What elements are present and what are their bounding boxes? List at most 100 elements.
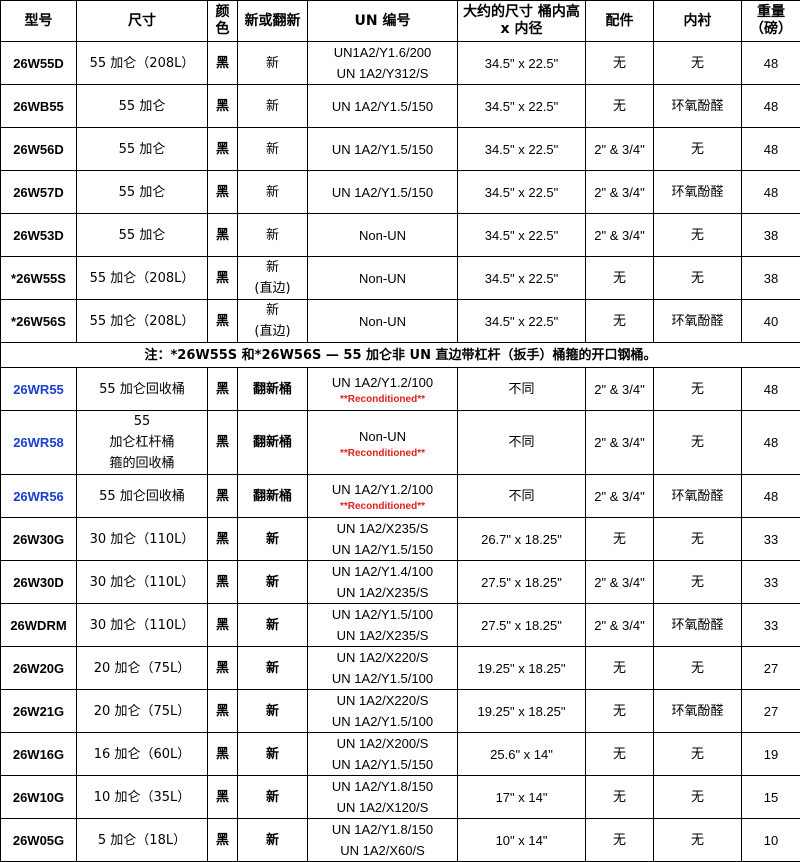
dimensions-cell: 19.25" x 18.25" [458, 647, 586, 690]
model-cell: 26W16G [1, 733, 77, 776]
un-number-line: UN 1A2/Y1.5/100 [310, 668, 455, 689]
un-number-line: UN 1A2/X120/S [310, 797, 455, 818]
dimensions-cell: 34.5" x 22.5" [458, 300, 586, 343]
lining-cell: 无 [654, 776, 742, 819]
dimensions-cell: 34.5" x 22.5" [458, 214, 586, 257]
table-row: 26W10G10 加仑（35L）黑新UN 1A2/Y1.8/150UN 1A2/… [1, 776, 800, 819]
weight-cell: 27 [742, 690, 800, 733]
table-row: 26W55D55 加仑（208L）黑新UN1A2/Y1.6/200UN 1A2/… [1, 42, 800, 85]
table-row: 26WB5555 加仑黑新UN 1A2/Y1.5/15034.5" x 22.5… [1, 85, 800, 128]
size-cell: 30 加仑（110L） [77, 518, 208, 561]
size-cell: 30 加仑（110L） [77, 561, 208, 604]
un-number-cell: UN 1A2/Y1.8/150UN 1A2/X60/S [308, 819, 458, 862]
un-number-line: UN 1A2/Y1.8/150 [310, 819, 455, 840]
weight-cell: 48 [742, 475, 800, 518]
un-number-line: UN 1A2/Y1.5/100 [310, 711, 455, 732]
dimensions-cell: 34.5" x 22.5" [458, 257, 586, 300]
fittings-cell: 无 [586, 518, 654, 561]
condition-cell: 新 [238, 690, 308, 733]
dimensions-cell: 不同 [458, 411, 586, 475]
fittings-cell: 2" & 3/4" [586, 128, 654, 171]
table-row: 26W57D55 加仑黑新UN 1A2/Y1.5/15034.5" x 22.5… [1, 171, 800, 214]
table-row: 26W30G30 加仑（110L）黑新UN 1A2/X235/SUN 1A2/Y… [1, 518, 800, 561]
un-number-line: Non-UN [310, 268, 455, 289]
un-number-line: UN 1A2/X220/S [310, 647, 455, 668]
table-row: 26WDRM30 加仑（110L）黑新UN 1A2/Y1.5/100UN 1A2… [1, 604, 800, 647]
size-cell: 20 加仑（75L） [77, 690, 208, 733]
weight-cell: 48 [742, 128, 800, 171]
table-row: 26W56D55 加仑黑新UN 1A2/Y1.5/15034.5" x 22.5… [1, 128, 800, 171]
size-cell: 55 加仑回收桶 [77, 475, 208, 518]
un-number-line: UN 1A2/Y1.5/150 [310, 754, 455, 775]
fittings-cell: 2" & 3/4" [586, 368, 654, 411]
un-number-cell: UN 1A2/Y1.2/100**Reconditioned** [308, 475, 458, 518]
un-number-line: UN 1A2/Y1.2/100 [310, 479, 455, 500]
lining-cell: 无 [654, 561, 742, 604]
weight-cell: 40 [742, 300, 800, 343]
un-number-cell: UN 1A2/Y1.5/150 [308, 171, 458, 214]
lining-cell: 环氧酚醛 [654, 690, 742, 733]
size-cell: 5 加仑（18L） [77, 819, 208, 862]
drum-spec-table: 型号 尺寸 颜色 新或翻新 UN 编号 大约的尺寸 桶内高 x 内径 配件 内衬… [0, 0, 800, 862]
weight-cell: 10 [742, 819, 800, 862]
condition-cell: 新 [238, 171, 308, 214]
table-row: 26W20G20 加仑（75L）黑新UN 1A2/X220/SUN 1A2/Y1… [1, 647, 800, 690]
color-cell: 黑 [208, 690, 238, 733]
un-number-cell: Non-UN [308, 300, 458, 343]
size-cell: 55 加仑（208L） [77, 42, 208, 85]
weight-cell: 15 [742, 776, 800, 819]
condition-cell: 新 [238, 819, 308, 862]
model-cell: *26W55S [1, 257, 77, 300]
header-row: 型号 尺寸 颜色 新或翻新 UN 编号 大约的尺寸 桶内高 x 内径 配件 内衬… [1, 1, 800, 42]
header-dims: 大约的尺寸 桶内高 x 内径 [458, 1, 586, 42]
color-cell: 黑 [208, 42, 238, 85]
condition-line: (直边) [240, 321, 305, 342]
weight-cell: 33 [742, 604, 800, 647]
size-cell: 55 加仑回收桶 [77, 368, 208, 411]
dimensions-cell: 34.5" x 22.5" [458, 42, 586, 85]
dimensions-cell: 10" x 14" [458, 819, 586, 862]
un-number-cell: UN 1A2/X220/SUN 1A2/Y1.5/100 [308, 647, 458, 690]
un-number-line: Non-UN [310, 426, 455, 447]
un-number-cell: Non-UN**Reconditioned** [308, 411, 458, 475]
size-cell: 55 加仑 [77, 128, 208, 171]
size-cell: 55 加仑 [77, 171, 208, 214]
lining-cell: 环氧酚醛 [654, 300, 742, 343]
dimensions-cell: 19.25" x 18.25" [458, 690, 586, 733]
un-number-cell: UN 1A2/Y1.4/100UN 1A2/X235/S [308, 561, 458, 604]
model-cell: 26WR58 [1, 411, 77, 475]
model-cell: 26W56D [1, 128, 77, 171]
dimensions-cell: 34.5" x 22.5" [458, 128, 586, 171]
fittings-cell: 无 [586, 647, 654, 690]
table-row: 26WR5555 加仑回收桶黑翻新桶UN 1A2/Y1.2/100**Recon… [1, 368, 800, 411]
size-cell: 20 加仑（75L） [77, 647, 208, 690]
un-number-cell: Non-UN [308, 214, 458, 257]
un-number-line: UN 1A2/Y1.5/150 [310, 139, 455, 160]
weight-cell: 48 [742, 85, 800, 128]
condition-cell: 新 [238, 214, 308, 257]
color-cell: 黑 [208, 518, 238, 561]
table-row: *26W55S55 加仑（208L）黑新(直边)Non-UN34.5" x 22… [1, 257, 800, 300]
header-weight: 重量（磅） [742, 1, 800, 42]
lining-cell: 无 [654, 42, 742, 85]
fittings-cell: 无 [586, 776, 654, 819]
color-cell: 黑 [208, 257, 238, 300]
condition-cell: 新 [238, 518, 308, 561]
size-cell: 55 加仑（208L） [77, 300, 208, 343]
un-number-line: UN 1A2/X235/S [310, 582, 455, 603]
header-size: 尺寸 [77, 1, 208, 42]
size-line: 加仑杠杆桶 [79, 432, 205, 453]
fittings-cell: 2" & 3/4" [586, 171, 654, 214]
size-cell: 16 加仑（60L） [77, 733, 208, 776]
table-row: 26W16G16 加仑（60L）黑新UN 1A2/X200/SUN 1A2/Y1… [1, 733, 800, 776]
note-row: 注：*26W55S 和*26W56S — 55 加仑非 UN 直边带杠杆（扳手）… [1, 343, 800, 368]
table-row: 26W21G20 加仑（75L）黑新UN 1A2/X220/SUN 1A2/Y1… [1, 690, 800, 733]
size-cell: 55 加仑（208L） [77, 257, 208, 300]
model-cell: 26WR56 [1, 475, 77, 518]
un-number-line: UN 1A2/Y1.8/150 [310, 776, 455, 797]
weight-cell: 48 [742, 42, 800, 85]
un-number-cell: UN 1A2/X235/SUN 1A2/Y1.5/150 [308, 518, 458, 561]
un-number-line: UN 1A2/Y1.5/150 [310, 182, 455, 203]
header-fittings: 配件 [586, 1, 654, 42]
fittings-cell: 无 [586, 257, 654, 300]
